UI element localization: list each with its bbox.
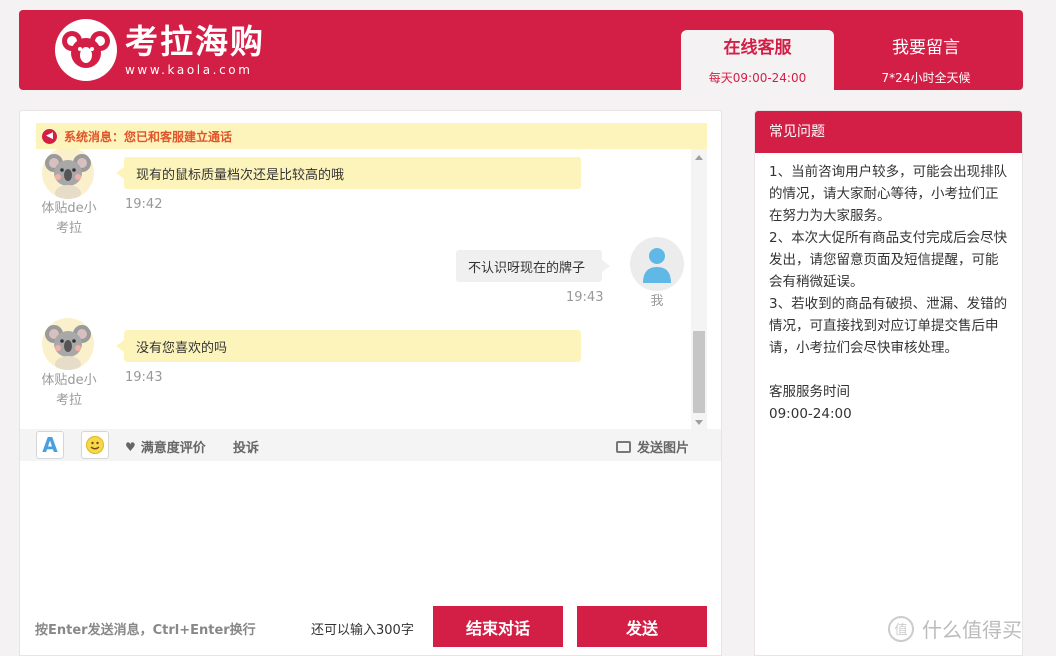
scroll-thumb[interactable] (693, 331, 705, 413)
agent-message-bubble: 现有的鼠标质量档次还是比较高的哦 (116, 157, 581, 189)
message-time: 19:43 (125, 370, 163, 385)
top-header: 考拉海购 www.kaola.com 在线客服 每天09:00-24:00 我要… (19, 10, 1023, 90)
chat-toolbar: A ♥ 满意度评价 投诉 发送图片 (20, 429, 721, 461)
tab-online-service-hours: 每天09:00-24:00 (708, 71, 807, 85)
faq-item: 2、本次大促所有商品支付完成后会尽快发出，请您留意页面及短信提醒，可能会有稍微延… (769, 230, 1008, 290)
system-message-bar: ◀ 系统消息：您已和客服建立通话 (36, 123, 707, 149)
koala-logo-icon (55, 19, 117, 81)
message-time: 19:43 (566, 290, 604, 305)
tab-leave-message[interactable]: 我要留言 7*24小时全天候 (851, 30, 1001, 90)
system-message-text: 系统消息：您已和客服建立通话 (64, 129, 233, 144)
watermark-text: 什么值得买 (922, 618, 1022, 642)
heart-icon: ♥ (125, 439, 136, 454)
tab-leave-message-title: 我要留言 (892, 38, 960, 58)
agent-avatar (42, 318, 94, 370)
complaint-button[interactable]: 投诉 (233, 437, 259, 456)
speaker-icon: ◀ (42, 128, 57, 144)
service-time-title: 客服服务时间 (769, 384, 850, 400)
message-scrollbar[interactable] (691, 149, 707, 429)
service-time-value: 09:00-24:00 (769, 406, 852, 422)
emoji-button[interactable] (81, 431, 109, 459)
scroll-up-arrow-icon[interactable] (695, 155, 703, 160)
message-input[interactable] (20, 461, 721, 596)
koala-avatar-icon (45, 154, 91, 199)
kaola-logo[interactable]: 考拉海购 www.kaola.com (55, 19, 265, 81)
agent-avatar (42, 149, 94, 199)
send-image-label: 发送图片 (637, 441, 690, 456)
user-message-bubble: 不认识呀现在的牌子 (456, 250, 610, 282)
tab-online-service-title: 在线客服 (723, 38, 792, 58)
end-chat-button[interactable]: 结束对话 (433, 606, 563, 647)
message-list[interactable]: 体贴de小考拉 现有的鼠标质量档次还是比较高的哦 19:42 不认识呀现在的牌子… (20, 149, 706, 429)
faq-item: 3、若收到的商品有破损、泄漏、发错的情况，可直接找到对应订单提交售后申请，小考拉… (769, 296, 1008, 356)
image-icon (616, 440, 631, 453)
faq-title: 常见问题 (755, 111, 1022, 153)
agent-name: 体贴de小考拉 (41, 201, 97, 236)
satisfaction-rating-label: 满意度评价 (140, 441, 206, 456)
input-hint: 按Enter发送消息，Ctrl+Enter换行 (35, 623, 256, 638)
user-avatar-icon (643, 248, 671, 283)
scroll-down-arrow-icon[interactable] (695, 420, 703, 425)
watermark: 值 什么值得买 (888, 614, 1022, 643)
message-time: 19:42 (125, 197, 163, 212)
chat-panel: ◀ 系统消息：您已和客服建立通话 体贴de小考拉 现有的鼠标质量档次还是比较高的… (19, 110, 722, 656)
watermark-logo-icon: 值 (888, 615, 914, 642)
faq-item: 1、当前咨询用户较多，可能会出现排队的情况，请大家耐心等待，小考拉们正在努力为大… (769, 164, 1008, 224)
satisfaction-rating-button[interactable]: ♥ 满意度评价 (125, 437, 206, 457)
agent-message-bubble: 没有您喜欢的吗 (116, 330, 581, 362)
koala-avatar-icon (45, 325, 91, 370)
remaining-characters: 还可以输入300字 (311, 623, 414, 638)
smiley-icon (86, 436, 104, 454)
logo-name: 考拉海购 (125, 22, 265, 61)
tab-leave-message-hours: 7*24小时全天候 (881, 71, 971, 85)
logo-url: www.kaola.com (125, 63, 253, 77)
font-style-button[interactable]: A (36, 431, 64, 459)
send-image-button[interactable]: 发送图片 (616, 437, 689, 456)
send-button[interactable]: 发送 (577, 606, 707, 647)
agent-name: 体贴de小考拉 (41, 373, 97, 408)
user-avatar (630, 237, 684, 291)
user-name: 我 (650, 294, 664, 309)
tab-online-service[interactable]: 在线客服 每天09:00-24:00 (681, 30, 834, 90)
faq-panel: 常见问题 1、当前咨询用户较多，可能会出现排队的情况，请大家耐心等待，小考拉们正… (754, 110, 1023, 656)
